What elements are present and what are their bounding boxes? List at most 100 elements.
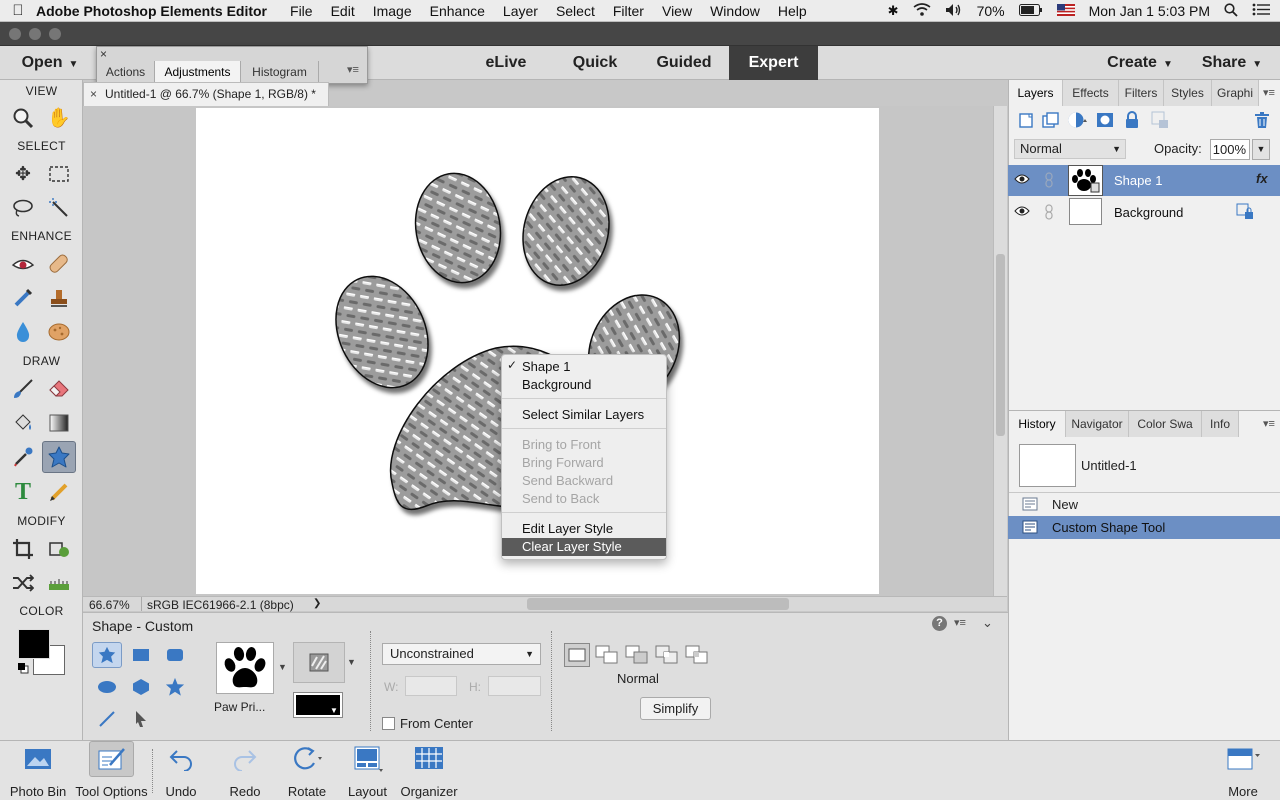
new-shape-layer-button[interactable] <box>564 643 590 667</box>
redo-button[interactable]: Redo <box>222 741 268 800</box>
geometry-constraint-select[interactable]: Unconstrained ▼ <box>382 643 541 665</box>
lock-transparent-icon[interactable] <box>1151 111 1169 132</box>
from-center-checkbox[interactable] <box>382 717 395 730</box>
healing-brush-tool[interactable] <box>42 248 76 280</box>
menu-view[interactable]: View <box>662 3 692 19</box>
chevron-down-icon[interactable]: ▼ <box>278 662 287 672</box>
help-icon[interactable]: ? <box>932 616 947 631</box>
link-icon[interactable] <box>1045 204 1053 223</box>
ctx-edit-layer-style[interactable]: Edit Layer Style <box>502 520 666 538</box>
fx-icon[interactable]: fx <box>1256 171 1268 186</box>
eyedropper-tool[interactable] <box>6 441 40 473</box>
layout-button[interactable]: Layout <box>345 741 390 800</box>
sponge-tool[interactable] <box>42 316 76 348</box>
tab-filters[interactable]: Filters <box>1119 80 1164 106</box>
height-input[interactable] <box>488 676 541 696</box>
lock-all-icon[interactable] <box>1124 111 1140 132</box>
red-eye-tool[interactable] <box>6 248 40 280</box>
clock[interactable]: Mon Jan 1 5:03 PM <box>1089 3 1210 19</box>
mode-elive[interactable]: eLive <box>474 46 538 80</box>
lasso-tool[interactable] <box>6 192 40 224</box>
tab-info[interactable]: Info <box>1202 411 1239 437</box>
simplify-button[interactable]: Simplify <box>640 697 711 720</box>
close-icon[interactable]: × <box>100 47 107 61</box>
menu-edit[interactable]: Edit <box>331 3 355 19</box>
smart-brush-tool[interactable] <box>6 282 40 314</box>
new-group-icon[interactable] <box>1042 111 1060 132</box>
blend-mode-select[interactable]: Normal ▼ <box>1014 139 1126 159</box>
tool-options-button[interactable]: Tool Options <box>74 741 149 800</box>
layer-name[interactable]: Shape 1 <box>1114 173 1162 188</box>
subtract-from-shape-button[interactable] <box>625 645 649 668</box>
chevron-right-icon[interactable]: ❯ <box>313 597 321 611</box>
create-button[interactable]: Create ▼ <box>1100 46 1180 80</box>
exclude-overlap-button[interactable] <box>685 645 709 668</box>
mode-quick[interactable]: Quick <box>562 46 628 80</box>
default-colors-icon[interactable] <box>17 662 29 674</box>
chevron-down-icon[interactable]: ▼ <box>347 657 356 667</box>
eraser-tool[interactable] <box>42 373 76 405</box>
eye-icon[interactable] <box>1014 173 1030 188</box>
rectangle-shape-button[interactable] <box>126 642 156 668</box>
panel-menu-icon[interactable]: ▾≡ <box>1263 417 1275 430</box>
star-shape-button[interactable] <box>160 674 190 700</box>
custom-shape-button[interactable] <box>92 642 122 668</box>
bluetooth-icon[interactable]: ✱ <box>888 3 899 19</box>
collapse-icon[interactable]: ⌄ <box>982 615 993 631</box>
menu-filter[interactable]: Filter <box>613 3 644 19</box>
tab-history[interactable]: History <box>1009 411 1066 437</box>
clone-stamp-tool[interactable] <box>42 282 76 314</box>
line-shape-button[interactable] <box>92 706 122 732</box>
crop-tool[interactable] <box>6 533 40 565</box>
magic-wand-tool[interactable] <box>42 192 76 224</box>
layer-row-shape1[interactable]: Shape 1 fx <box>1008 165 1280 196</box>
blur-tool[interactable] <box>6 316 40 348</box>
ctx-layer-shape1[interactable]: Shape 1 <box>502 358 666 376</box>
volume-icon[interactable] <box>945 3 963 20</box>
polygon-shape-button[interactable] <box>126 674 156 700</box>
flag-icon[interactable] <box>1056 3 1075 19</box>
app-name[interactable]: Adobe Photoshop Elements Editor <box>36 3 267 19</box>
move-tool[interactable]: ✥ <box>6 158 40 190</box>
link-icon[interactable] <box>1045 172 1053 191</box>
add-to-shape-button[interactable] <box>595 645 619 668</box>
marquee-tool[interactable] <box>42 158 76 190</box>
spotlight-icon[interactable] <box>1224 2 1238 20</box>
ctx-clear-layer-style[interactable]: Clear Layer Style <box>502 538 666 556</box>
shape-picker-swatch[interactable] <box>216 642 274 694</box>
panel-menu-icon[interactable]: ▾≡ <box>1263 86 1275 99</box>
wifi-icon[interactable] <box>913 3 931 19</box>
trash-icon[interactable] <box>1254 111 1270 132</box>
new-layer-icon[interactable] <box>1017 111 1035 132</box>
close-window-button[interactable] <box>9 28 21 40</box>
minimize-window-button[interactable] <box>29 28 41 40</box>
menu-select[interactable]: Select <box>556 3 595 19</box>
brush-tool[interactable] <box>6 373 40 405</box>
custom-shape-tool[interactable] <box>42 441 76 473</box>
apple-icon[interactable]:  <box>0 2 36 19</box>
eye-icon[interactable] <box>1014 205 1030 220</box>
more-button[interactable]: More <box>1218 741 1268 800</box>
intersect-shape-button[interactable] <box>655 645 679 668</box>
rounded-rectangle-button[interactable] <box>160 642 190 668</box>
ctx-select-similar-layers[interactable]: Select Similar Layers <box>502 406 666 424</box>
mode-expert[interactable]: Expert <box>729 46 818 80</box>
tab-styles[interactable]: Styles <box>1164 80 1212 106</box>
width-input[interactable] <box>405 676 457 696</box>
rotate-button[interactable]: Rotate <box>283 741 331 800</box>
menu-layer[interactable]: Layer <box>503 3 538 19</box>
battery-icon[interactable] <box>1018 3 1043 19</box>
layer-name[interactable]: Background <box>1114 205 1183 220</box>
layer-mask-icon[interactable] <box>1096 111 1114 132</box>
menu-enhance[interactable]: Enhance <box>430 3 485 19</box>
ctx-layer-background[interactable]: Background <box>502 376 666 394</box>
mode-guided[interactable]: Guided <box>648 46 720 80</box>
recompose-tool[interactable] <box>42 533 76 565</box>
zoom-readout[interactable]: 66.67% <box>89 598 130 612</box>
hand-tool[interactable]: ✋ <box>42 102 76 134</box>
opacity-input[interactable]: 100% <box>1210 139 1250 160</box>
undo-button[interactable]: Undo <box>158 741 204 800</box>
tab-navigator[interactable]: Navigator <box>1066 411 1129 437</box>
straighten-tool[interactable] <box>42 567 76 599</box>
foreground-color-swatch[interactable] <box>18 629 50 659</box>
